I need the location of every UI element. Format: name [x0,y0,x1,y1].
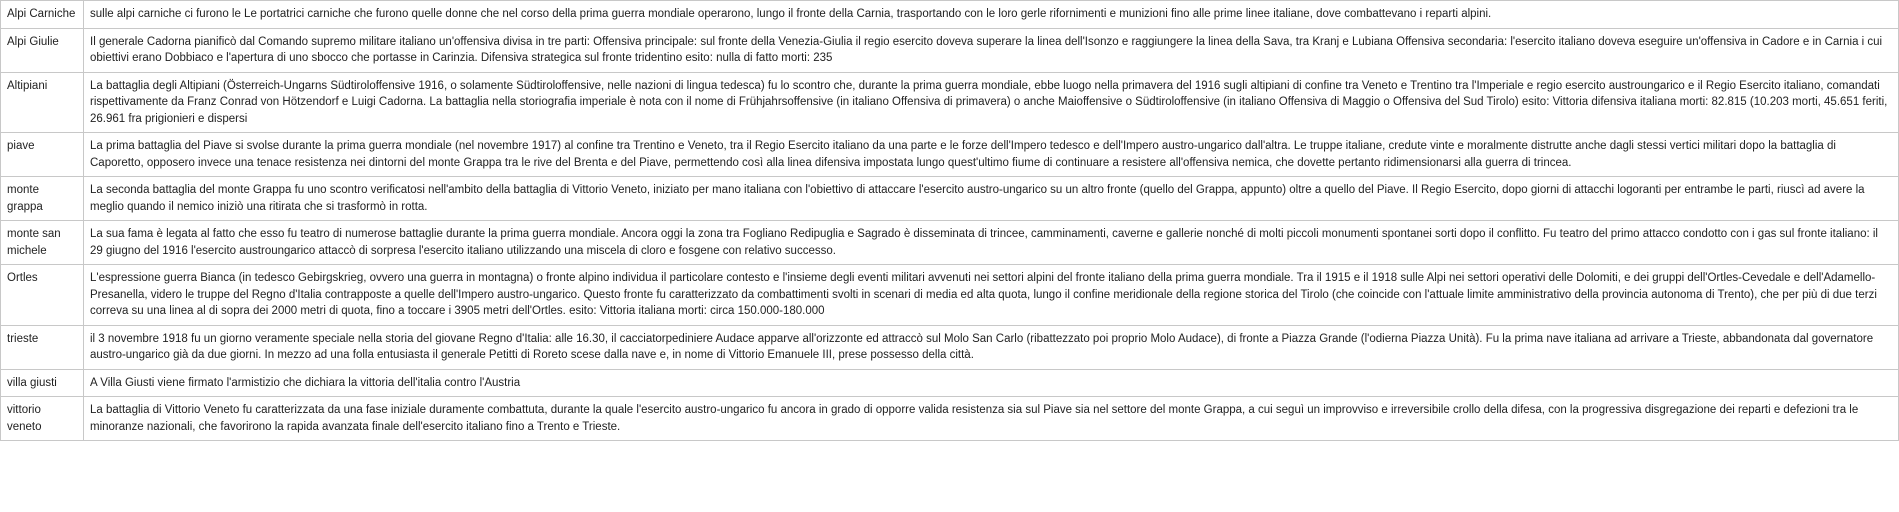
description-cell: sulle alpi carniche ci furono le Le port… [83,0,1899,29]
table-row: villa giusti A Villa Giusti viene firmat… [0,368,1899,397]
place-name-cell: Altipiani [0,71,84,133]
place-name-cell: monte grappa [0,176,84,221]
description-cell: Il generale Cadorna pianificò dal Comand… [83,27,1899,73]
place-name-cell: Ortles [0,264,84,326]
place-name-cell: trieste [0,324,84,370]
table-row: Altipiani La battaglia degli Altipiani (… [0,71,1899,133]
description-cell: La sua fama è legata al fatto che esso f… [83,220,1899,265]
table-row: Ortles L'espressione guerra Bianca (in t… [0,264,1899,326]
table-row: Alpi Carniche sulle alpi carniche ci fur… [0,0,1899,29]
description-cell: L'espressione guerra Bianca (in tedesco … [83,264,1899,326]
description-cell: La seconda battaglia del monte Grappa fu… [83,176,1899,221]
description-cell: La prima battaglia del Piave si svolse d… [83,132,1899,177]
table-row: monte grappa La seconda battaglia del mo… [0,176,1899,221]
description-cell: La battaglia di Vittorio Veneto fu carat… [83,396,1899,441]
table-row: monte san michele La sua fama è legata a… [0,220,1899,265]
place-name-cell: Alpi Giulie [0,27,84,73]
table-row: trieste il 3 novembre 1918 fu un giorno … [0,324,1899,370]
place-name-cell: monte san michele [0,220,84,265]
place-name-cell: piave [0,132,84,177]
place-name-cell: vittorio veneto [0,396,84,441]
battles-table: Alpi Carniche sulle alpi carniche ci fur… [0,0,1899,441]
place-name-cell: villa giusti [0,368,84,397]
table-row: piave La prima battaglia del Piave si sv… [0,132,1899,177]
description-cell: il 3 novembre 1918 fu un giorno verament… [83,324,1899,370]
place-name-cell: Alpi Carniche [0,0,84,29]
description-cell: La battaglia degli Altipiani (Österreich… [83,71,1899,133]
table-row: vittorio veneto La battaglia di Vittorio… [0,396,1899,441]
description-cell: A Villa Giusti viene firmato l'armistizi… [83,368,1899,397]
table-row: Alpi Giulie Il generale Cadorna pianific… [0,27,1899,73]
